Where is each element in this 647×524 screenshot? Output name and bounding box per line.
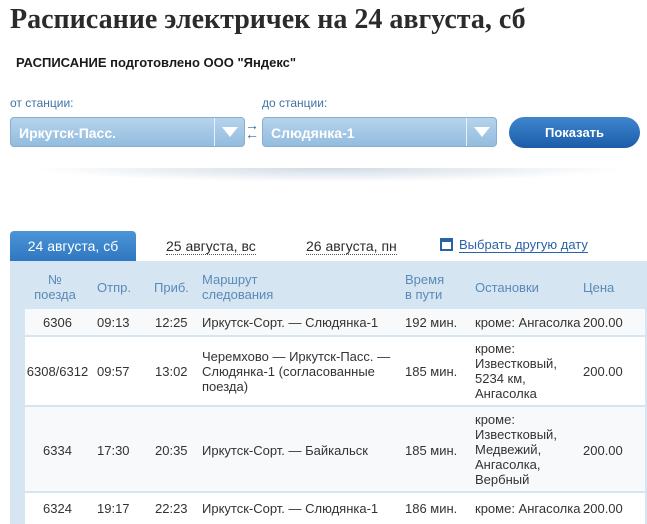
price: 200.00 bbox=[583, 364, 623, 379]
stops: кроме: Ангасолка bbox=[475, 501, 581, 516]
chevron-down-icon bbox=[222, 127, 238, 137]
swap-arrows-icon[interactable]: → ← bbox=[245, 118, 259, 143]
header-departure: Отпр. bbox=[97, 280, 131, 295]
travel-duration: 186 мин. bbox=[405, 501, 458, 516]
schedule-table: № поезда Отпр. Приб. Маршрут следования Вр… bbox=[10, 261, 647, 524]
from-station-label: от станции: bbox=[10, 96, 74, 110]
stops: кроме: Известковый, 5234 км, Ангасолка bbox=[475, 341, 557, 401]
route: Черемхово — Иркутск-Пасс. — Слюдянка-1 (с… bbox=[202, 349, 391, 394]
arrival-time: 20:35 bbox=[155, 443, 188, 458]
chevron-down-icon bbox=[474, 127, 490, 137]
header-train-number: № поезда bbox=[34, 272, 76, 302]
route: Иркутск-Сорт. — Байкальск bbox=[202, 443, 368, 458]
table-row[interactable]: 6306 09:13 12:25 Иркутск-Сорт. — Слюдянк… bbox=[25, 309, 645, 335]
price: 200.00 bbox=[583, 315, 623, 330]
travel-duration: 185 мин. bbox=[405, 364, 458, 379]
table-row[interactable]: 6324 19:17 22:23 Иркутск-Сорт. — Слюдянк… bbox=[25, 493, 645, 524]
arrival-time: 13:02 bbox=[155, 364, 188, 379]
travel-duration: 192 мин. bbox=[405, 315, 458, 330]
header-stops: Остановки bbox=[475, 280, 539, 295]
to-station-dropdown-button[interactable] bbox=[466, 118, 496, 146]
departure-time: 17:30 bbox=[97, 443, 130, 458]
price: 200.00 bbox=[583, 501, 623, 516]
arrival-time: 12:25 bbox=[155, 315, 188, 330]
to-station-label: до станции: bbox=[262, 96, 328, 110]
departure-time: 09:13 bbox=[97, 315, 130, 330]
departure-time: 09:57 bbox=[97, 364, 130, 379]
train-number: 6334 bbox=[43, 443, 72, 458]
to-station-select[interactable]: Слюдянка-1 bbox=[262, 117, 497, 147]
to-station-value: Слюдянка-1 bbox=[271, 125, 355, 141]
header-duration: Время в пути bbox=[405, 272, 445, 302]
calendar-icon bbox=[440, 238, 453, 251]
schedule-source-note: РАСПИСАНИЕ подготовлено ООО "Яндекс" bbox=[16, 55, 297, 70]
divider bbox=[30, 168, 630, 182]
choose-other-date-link[interactable]: Выбрать другую дату bbox=[440, 237, 588, 253]
stops: кроме: Известковый, Медвежий, Ангасолка, Вер… bbox=[475, 412, 557, 487]
show-button[interactable]: Показать bbox=[509, 117, 640, 148]
page-title: Расписание электричек на 24 августа, сб bbox=[10, 4, 526, 35]
from-station-select[interactable]: Иркутск-Пасс. bbox=[10, 117, 245, 147]
arrival-time: 22:23 bbox=[155, 501, 188, 516]
stops: кроме: Ангасолка bbox=[475, 315, 581, 330]
train-number: 6308/6312 bbox=[26, 364, 89, 379]
route: Иркутск-Сорт. — Слюдянка-1 bbox=[202, 501, 379, 516]
choose-other-date-text: Выбрать другую дату bbox=[459, 237, 588, 253]
from-station-value: Иркутск-Пасс. bbox=[19, 125, 117, 141]
price: 200.00 bbox=[583, 443, 623, 458]
travel-duration: 185 мин. bbox=[405, 443, 458, 458]
tab-date-24[interactable]: 24 августа, сб bbox=[10, 231, 136, 261]
header-arrival: Приб. bbox=[154, 280, 189, 295]
tab-date-25[interactable]: 25 августа, вс bbox=[166, 238, 256, 255]
departure-time: 19:17 bbox=[97, 501, 130, 516]
header-route: Маршрут следования bbox=[202, 272, 274, 302]
table-row[interactable]: 6308/6312 09:57 13:02 Черемхово — Иркутс… bbox=[25, 337, 645, 405]
route: Иркутск-Сорт. — Слюдянка-1 bbox=[202, 315, 379, 330]
table-row[interactable]: 6334 17:30 20:35 Иркутск-Сорт. — Байкаль… bbox=[25, 407, 645, 491]
from-station-dropdown-button[interactable] bbox=[214, 118, 244, 146]
tab-date-26[interactable]: 26 августа, пн bbox=[306, 238, 397, 255]
train-number: 6324 bbox=[43, 501, 72, 516]
train-number: 6306 bbox=[43, 315, 72, 330]
header-price: Цена bbox=[583, 280, 615, 295]
